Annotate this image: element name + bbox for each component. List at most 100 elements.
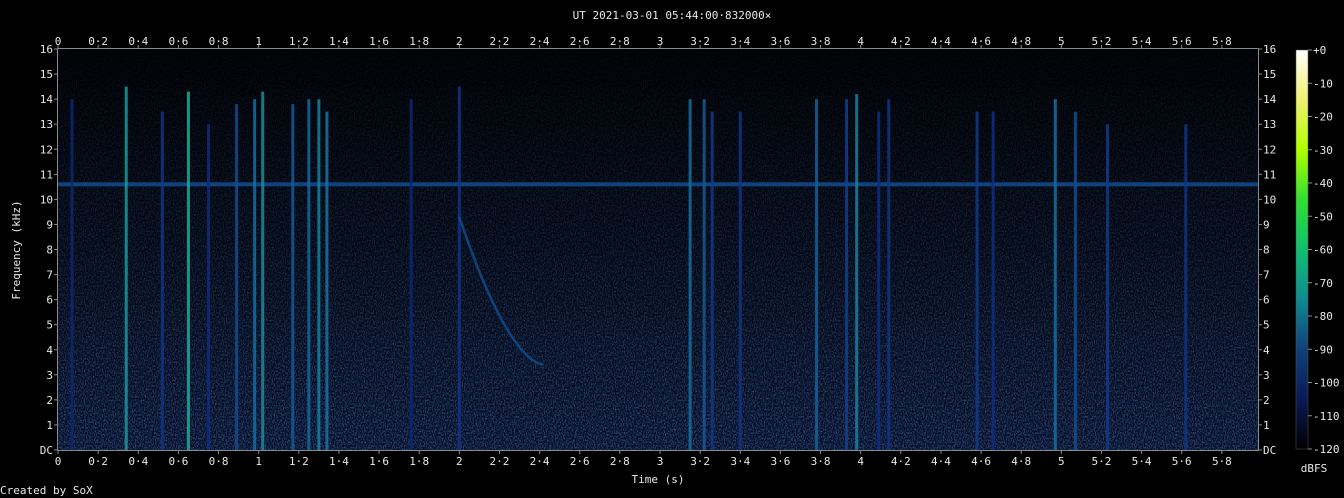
- y-tick-left-label: 6: [46, 294, 53, 307]
- y-tick-right-label: 12: [1263, 143, 1276, 156]
- x-tick-top-label: 0: [55, 35, 62, 48]
- burst-line: [325, 111, 329, 450]
- x-tick-top-label: 0·6: [168, 35, 188, 48]
- x-tick-bottom-label: 5·2: [1092, 455, 1112, 468]
- y-axis-right: DC12345678910111213141516: [1258, 43, 1277, 457]
- colorbar-tick-label: -30: [1313, 144, 1333, 157]
- burst-line: [291, 104, 295, 450]
- burst-line: [409, 99, 413, 450]
- x-tick-bottom-label: 3·8: [811, 455, 831, 468]
- y-tick-left-label: DC: [40, 444, 53, 457]
- x-tick-bottom-label: 0: [55, 455, 62, 468]
- x-tick-top-label: 2·8: [610, 35, 630, 48]
- y-tick-right-label: 10: [1263, 193, 1276, 206]
- y-tick-right-label: 15: [1263, 68, 1276, 81]
- x-tick-top-label: 1: [255, 35, 262, 48]
- burst-line: [317, 99, 321, 450]
- y-tick-left-label: 11: [40, 168, 53, 181]
- colorbar-tick-label: -20: [1313, 111, 1333, 124]
- y-tick-right-label: 11: [1263, 168, 1276, 181]
- colorbar: [1295, 49, 1309, 450]
- burst-line: [1105, 124, 1109, 450]
- x-tick-bottom-label: 4·6: [971, 455, 991, 468]
- y-axis-left: DC12345678910111213141516: [40, 43, 58, 457]
- x-tick-bottom-label: 1·8: [409, 455, 429, 468]
- colorbar-label: dBFS: [1301, 462, 1328, 475]
- x-tick-top-label: 5·8: [1212, 35, 1232, 48]
- x-tick-bottom-label: 4·8: [1011, 455, 1031, 468]
- x-tick-bottom-label: 5·8: [1212, 455, 1232, 468]
- x-tick-bottom-label: 4: [857, 455, 864, 468]
- burst-line: [702, 99, 706, 450]
- y-tick-right-label: 8: [1263, 244, 1270, 257]
- x-tick-top-label: 2: [456, 35, 463, 48]
- burst-line: [877, 111, 881, 450]
- burst-line: [207, 124, 211, 450]
- sox-credit: Created by SoX: [0, 484, 93, 497]
- y-tick-right-label: DC: [1263, 444, 1276, 457]
- y-tick-right-label: 5: [1263, 319, 1270, 332]
- chart-title: UT 2021-03-01 05:44:00·832000×: [573, 9, 772, 22]
- colorbar-tick-label: -80: [1313, 310, 1333, 323]
- x-tick-bottom-label: 2·4: [530, 455, 550, 468]
- y-tick-left-label: 3: [46, 369, 53, 382]
- x-tick-bottom-label: 0·4: [128, 455, 148, 468]
- y-tick-left-label: 12: [40, 143, 53, 156]
- x-tick-top-label: 4·4: [931, 35, 951, 48]
- x-tick-top-label: 5·2: [1092, 35, 1112, 48]
- y-tick-right-label: 6: [1263, 294, 1270, 307]
- x-tick-bottom-label: 0·6: [168, 455, 188, 468]
- burst-line: [710, 111, 714, 450]
- y-tick-left-label: 7: [46, 269, 53, 282]
- y-tick-left-label: 1: [46, 419, 53, 432]
- colorbar-tick-label: -90: [1313, 343, 1333, 356]
- colorbar-tick-label: -120: [1313, 443, 1340, 456]
- burst-line: [815, 99, 819, 450]
- x-tick-bottom-label: 1·4: [329, 455, 349, 468]
- y-tick-right-label: 1: [1263, 419, 1270, 432]
- x-axis-bottom: 0 0·2 0·4 0·6 0·8 1 1·2 1·4 1·6 1·8 2 2·2 2·4 2·6 2·8 3…: [55, 450, 1232, 468]
- burst-line: [1053, 99, 1057, 450]
- y-tick-left-label: 16: [40, 43, 53, 56]
- x-tick-top-label: 0·2: [88, 35, 108, 48]
- x-tick-bottom-label: 1: [255, 455, 262, 468]
- burst-line: [261, 91, 265, 450]
- x-tick-top-label: 2·4: [530, 35, 550, 48]
- x-tick-bottom-label: 2: [456, 455, 463, 468]
- x-tick-top-label: 1·8: [409, 35, 429, 48]
- x-tick-top-label: 1·4: [329, 35, 349, 48]
- x-axis-top: 0 0·2 0·4 0·6 0·8 1 1·2 1·4 1·6 1·8 2 2·2 2·4 2·6 2·8 3…: [55, 35, 1232, 49]
- colorbar-tick-label: -60: [1313, 244, 1333, 257]
- burst-line: [160, 111, 164, 450]
- burst-line: [738, 111, 742, 450]
- y-tick-left-label: 15: [40, 68, 53, 81]
- colorbar-tick-label: -40: [1313, 177, 1333, 190]
- y-tick-right-label: 4: [1263, 344, 1270, 357]
- colorbar-tick-label: -110: [1313, 410, 1340, 423]
- x-tick-bottom-label: 0·8: [209, 455, 229, 468]
- x-tick-top-label: 4: [857, 35, 864, 48]
- colorbar-ticks: +0 -10 -20 -30 -40 -50 -60 -70 -80 -90 -100 -110 -12…: [1308, 44, 1340, 456]
- x-tick-top-label: 5·4: [1132, 35, 1152, 48]
- y-tick-right-label: 3: [1263, 369, 1270, 382]
- y-tick-left-label: 4: [46, 344, 53, 357]
- x-tick-top-label: 1·6: [369, 35, 389, 48]
- x-tick-top-label: 4·8: [1011, 35, 1031, 48]
- x-tick-top-label: 5: [1058, 35, 1065, 48]
- x-tick-bottom-label: 1·2: [289, 455, 309, 468]
- burst-line: [457, 86, 461, 450]
- burst-line: [991, 111, 995, 450]
- y-tick-right-label: 16: [1263, 43, 1276, 56]
- y-tick-left-label: 9: [46, 218, 53, 231]
- colorbar-tick-label: +0: [1313, 44, 1326, 57]
- y-tick-right-label: 14: [1263, 93, 1277, 106]
- y-tick-left-label: 8: [46, 244, 53, 257]
- x-tick-bottom-label: 5·4: [1132, 455, 1152, 468]
- x-tick-top-label: 1·2: [289, 35, 309, 48]
- y-tick-left-label: 2: [46, 394, 53, 407]
- colorbar-tick-label: -100: [1313, 377, 1340, 390]
- y-tick-left-label: 13: [40, 118, 53, 131]
- burst-line: [845, 99, 849, 450]
- x-tick-bottom-label: 3·2: [690, 455, 710, 468]
- burst-line: [70, 99, 74, 450]
